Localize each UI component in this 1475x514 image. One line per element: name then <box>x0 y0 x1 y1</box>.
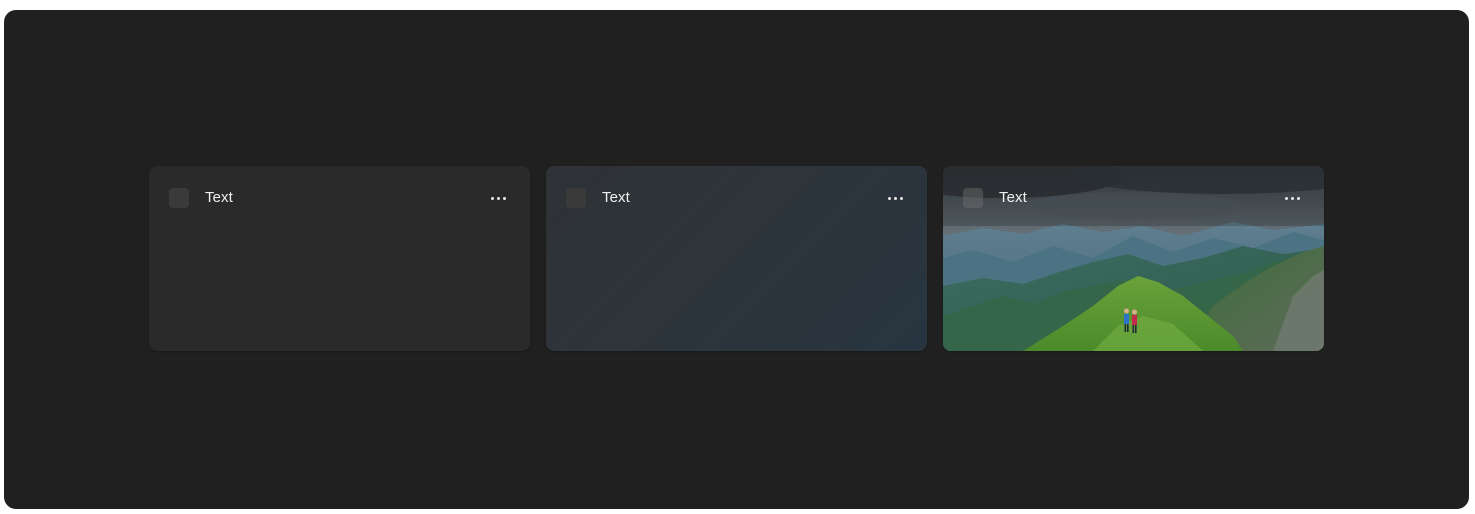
canvas-frame: Text Text Text <box>4 10 1469 509</box>
card-checkbox[interactable] <box>169 188 189 208</box>
card-gradient[interactable]: Text <box>546 166 927 351</box>
card-solid[interactable]: Text <box>149 166 530 351</box>
card-checkbox[interactable] <box>963 188 983 208</box>
card-title: Text <box>999 189 1027 206</box>
more-horizontal-icon[interactable] <box>883 190 907 206</box>
card-title: Text <box>205 189 233 206</box>
card-image[interactable]: Text <box>943 166 1324 351</box>
card-row: Text Text Text <box>149 166 1324 351</box>
card-header: Text <box>566 186 907 210</box>
card-checkbox[interactable] <box>566 188 586 208</box>
card-header: Text <box>169 186 510 210</box>
card-title: Text <box>602 189 630 206</box>
more-horizontal-icon[interactable] <box>1280 190 1304 206</box>
card-header: Text <box>963 186 1304 210</box>
more-horizontal-icon[interactable] <box>486 190 510 206</box>
